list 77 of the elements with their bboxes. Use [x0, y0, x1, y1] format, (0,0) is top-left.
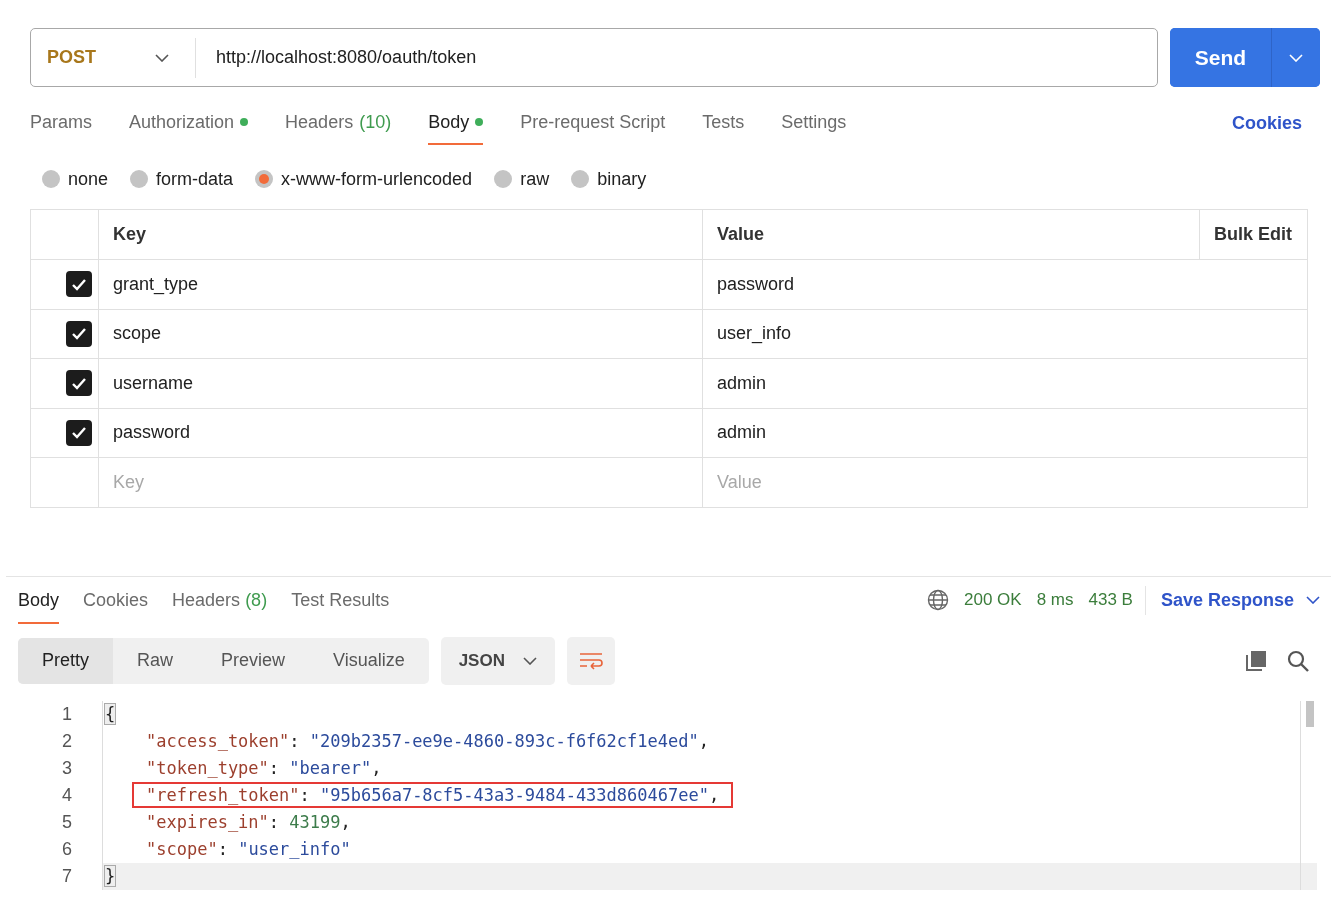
code-line: "scope": "user_info" [146, 839, 351, 859]
globe-icon [927, 589, 949, 611]
line-number: 3 [61, 756, 73, 780]
table-cell: username [99, 359, 703, 409]
radio-button[interactable] [42, 170, 60, 188]
request-tab[interactable]: Pre-request Script [520, 101, 666, 145]
checkbox[interactable] [66, 370, 92, 397]
checkbox[interactable] [66, 271, 92, 298]
line-number: 6 [61, 837, 73, 861]
code-line: "access_token": "209b2357-ee9e-4860-893c-f6f62cf1e4ed", [146, 731, 709, 751]
response-tab[interactable]: Test Results [291, 576, 390, 624]
code-line: "expires_in": 43199, [146, 812, 351, 832]
scrollbar[interactable] [1300, 700, 1317, 890]
request-tab[interactable]: Tests [702, 101, 745, 145]
request-tab[interactable]: Authorization [129, 101, 249, 145]
table-cell: admin [703, 359, 1308, 409]
view-mode-tab[interactable]: Preview [197, 637, 310, 684]
radio-button[interactable] [494, 170, 513, 188]
check-icon [71, 327, 87, 341]
body-type-option[interactable]: none [42, 168, 109, 190]
body-type-option[interactable]: binary [571, 168, 647, 190]
view-mode-tab[interactable]: Visualize [309, 637, 429, 684]
caret-icon [155, 53, 169, 62]
status-code: 200 OK [964, 590, 1022, 610]
request-tab[interactable]: Params [30, 101, 92, 145]
copy-button[interactable] [1245, 649, 1267, 672]
table-cell: admin [703, 408, 1308, 458]
body-type-option[interactable]: form-data [130, 168, 234, 190]
table-cell: password [99, 408, 703, 458]
checkbox[interactable] [66, 320, 92, 347]
copy-icon [1245, 649, 1267, 672]
response-size: 433 B [1088, 590, 1133, 610]
save-response-button[interactable]: Save Response [1144, 585, 1320, 615]
table-cell: scope [99, 309, 703, 359]
check-icon [71, 426, 87, 440]
cookies-link[interactable]: Cookies [1231, 101, 1302, 145]
radio-button[interactable] [130, 170, 149, 188]
view-mode-tab[interactable]: Raw [113, 637, 198, 684]
wrap-icon [578, 650, 603, 671]
caret-icon [1289, 53, 1303, 62]
response-tab[interactable]: Body [18, 576, 60, 624]
response-tab[interactable]: Headers (8) [172, 576, 268, 624]
check-icon [71, 277, 87, 291]
column-header: Value [703, 210, 1200, 260]
table-cell: password [703, 260, 1308, 310]
line-number: 4 [61, 783, 73, 807]
bulk-edit-button[interactable]: Bulk Edit [1200, 210, 1308, 260]
request-tab[interactable]: Body [428, 101, 484, 145]
caret-icon [1306, 596, 1320, 604]
body-type-option[interactable]: raw [494, 168, 550, 190]
key-field[interactable]: Key [113, 471, 688, 493]
search-button[interactable] [1287, 649, 1309, 672]
view-mode-tab[interactable]: Pretty [18, 637, 113, 684]
line-number: 1 [61, 702, 73, 726]
checkbox[interactable] [66, 419, 92, 446]
search-icon [1287, 649, 1309, 672]
request-bar[interactable]: POST http://localhost:8080/oauth/token [30, 28, 1158, 87]
format-dropdown[interactable]: JSON [440, 636, 555, 685]
caret-icon [522, 656, 537, 665]
radio-button[interactable] [255, 170, 274, 188]
line-number: 5 [61, 810, 73, 834]
table-cell: user_info [703, 309, 1308, 359]
check-icon [71, 376, 87, 390]
radio-button[interactable] [571, 170, 590, 188]
table-cell: grant_type [99, 260, 703, 310]
response-tab[interactable]: Cookies [83, 576, 149, 624]
column-header: Key [99, 210, 703, 260]
request-tab[interactable]: Headers (10) [285, 101, 392, 145]
line-number: 7 [61, 864, 73, 888]
code-line: "refresh_token": "95b656a7-8cf5-43a3-9484-433d860467ee", [146, 785, 720, 805]
request-tab[interactable]: Settings [781, 101, 847, 145]
body-type-option[interactable]: x-www-form-urlencoded [255, 168, 473, 190]
wrap-button[interactable] [566, 636, 615, 685]
code-line: "token_type": "bearer", [146, 758, 382, 778]
value-field[interactable]: Value [717, 471, 1293, 493]
line-number: 2 [61, 729, 73, 753]
response-time: 8 ms [1036, 590, 1074, 610]
